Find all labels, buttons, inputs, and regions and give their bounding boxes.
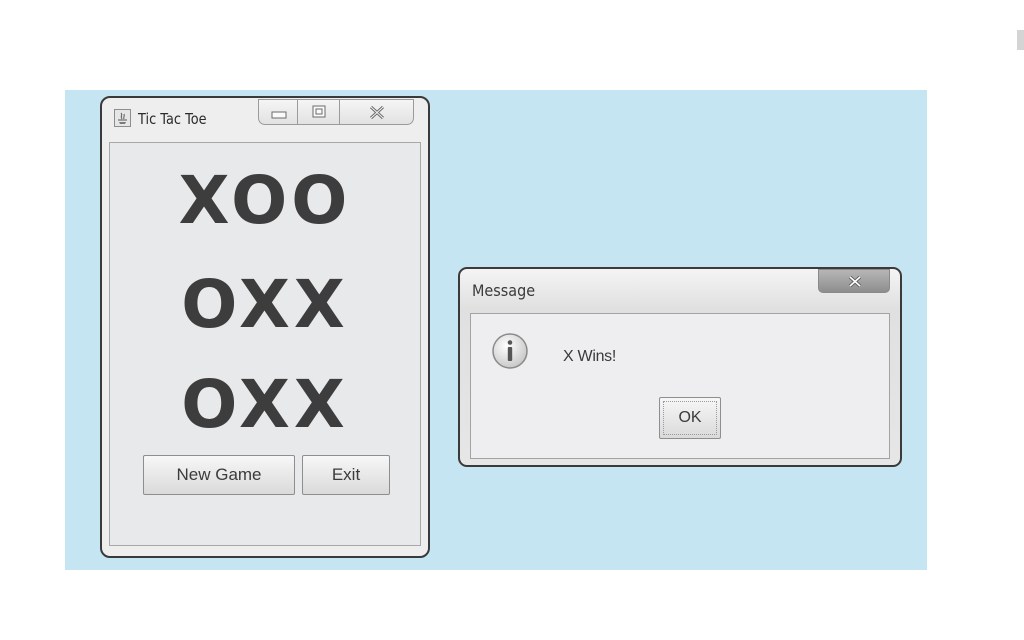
minimize-button[interactable] [258, 99, 298, 125]
message-dialog: Message X Wins! OK [458, 267, 902, 467]
info-icon [490, 331, 530, 371]
board-row-2[interactable]: OXX [110, 265, 420, 345]
java-app-icon [114, 109, 131, 127]
maximize-button[interactable] [298, 99, 340, 125]
exit-button[interactable]: Exit [302, 455, 390, 495]
dialog-close-button[interactable] [818, 269, 890, 293]
ok-button[interactable]: OK [659, 397, 721, 439]
window-title: Tic Tac Toe [138, 110, 207, 128]
close-button[interactable] [340, 99, 414, 125]
game-panel: XOO OXX OXX New Game Exit [109, 142, 421, 546]
dialog-title: Message [472, 281, 536, 300]
tic-tac-toe-window: Tic Tac Toe XOO OXX OXX New Game Exit [100, 96, 430, 558]
edge-artifact [1017, 30, 1024, 50]
title-bar[interactable]: Tic Tac Toe [102, 98, 428, 138]
new-game-button[interactable]: New Game [143, 455, 295, 495]
board-row-1[interactable]: XOO [110, 161, 420, 241]
dialog-body: X Wins! OK [470, 313, 890, 459]
dialog-message: X Wins! [563, 348, 617, 365]
board-row-3[interactable]: OXX [110, 365, 420, 445]
